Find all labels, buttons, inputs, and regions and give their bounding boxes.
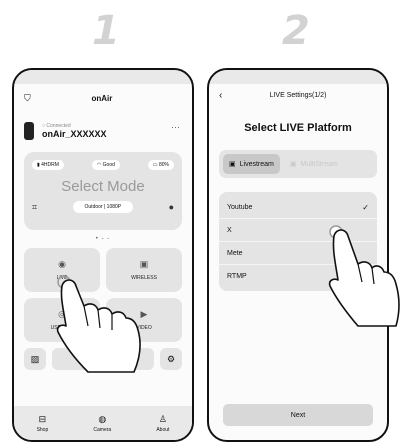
tab-livestream[interactable]: ▣ Livestream [223,154,280,174]
step-number-2: 2 [282,8,310,54]
gallery-icon: ▨ [30,353,40,364]
settings-header: ‹ LIVE Settings(1/2) [209,84,387,106]
video-icon: ▶ [140,309,148,319]
usb-camera-icon: ◎ [58,309,66,319]
checkmark-icon: ✓ [362,202,369,212]
tile-video[interactable]: ▶ VIDEO [106,298,182,342]
next-button[interactable]: Next [223,404,373,426]
tile-wireless[interactable]: ▣ WIRELESS [106,248,182,292]
tab-label: About [156,426,170,433]
about-icon: ♙ [158,413,167,424]
feature-grid: ◉ LIVE ▣ WIRELESS ◎ USB CAM ▶ VIDEO [24,248,182,342]
tab-multistream[interactable]: ▣ MultiStream [284,154,344,174]
tile-label: LIVE [56,275,68,281]
device-card[interactable]: ○ Connected onAir_XXXXXX ··· [24,116,182,146]
mode-card[interactable]: ▮ 4HDRM ◠ Good ▭ 80% Select Mode ⌗ Outdo… [24,152,182,230]
platform-label: RTMP [227,272,247,280]
tile-label: USB CAM [50,325,74,331]
utility-row: ▨ P ⚙ [24,348,182,370]
device-name: onAir_XXXXXX [42,129,107,139]
page-indicator: • - - [95,236,111,242]
platform-label: Mete [227,249,243,257]
tab-label: Shop [36,426,49,433]
app-title: onAir [91,93,113,103]
multistream-icon: ▣ [289,161,297,168]
tile-label: VIDEO [136,325,152,331]
status-bar [14,70,192,84]
platform-list: Youtube ✓ X Mete RTMP [219,192,377,291]
tab-about[interactable]: ♙ About [156,414,169,433]
platform-option-mete[interactable]: Mete [219,242,377,265]
scan-icon[interactable]: ⌗ [32,202,37,213]
tile-label: WIRELESS [131,275,157,281]
tab-label: MultiStream [300,160,338,168]
center-pill-label: P [100,356,105,362]
profile-icon[interactable]: ⛉ [24,93,31,104]
bottom-tab-bar: ⊟ Shop ◍ Camera ♙ About [14,406,192,440]
camera-icon: ◍ [98,413,107,424]
device-thumbnail [24,122,34,140]
app-header: ⛉ onAir [14,84,192,112]
center-pill-button[interactable]: P [52,348,154,370]
livestream-icon: ▣ [229,161,236,168]
microphone-icon[interactable]: ● [169,202,174,212]
tab-label: Livestream [239,160,274,168]
platform-type-tabs: ▣ Livestream ▣ MultiStream [219,150,377,178]
gear-icon: ⚙ [166,353,176,364]
phone-onair-home: ⛉ onAir ○ Connected onAir_XXXXXX ··· ▮ 4… [12,68,194,442]
signal-badge: ◠ Good [91,160,120,170]
shop-icon: ⊟ [38,413,47,424]
wireless-icon: ▣ [139,259,149,269]
settings-button[interactable]: ⚙ [160,348,182,370]
page-heading: Select LIVE Platform [244,122,352,134]
storage-badge: ▮ 4HDRM [32,160,64,170]
phone-live-settings: ‹ LIVE Settings(1/2) Select LIVE Platfor… [207,68,389,442]
live-icon: ◉ [58,259,66,269]
mode-setting-pill[interactable]: Outdoor | 1080P [72,201,134,213]
battery-badge: ▭ 80% [147,160,174,170]
settings-title: LIVE Settings(1/2) [269,91,327,99]
tile-live[interactable]: ◉ LIVE [24,248,100,292]
platform-option-rtmp[interactable]: RTMP [219,265,377,287]
platform-label: Youtube [227,203,253,211]
platform-label: X [227,226,232,234]
tile-usb-camera[interactable]: ◎ USB CAM [24,298,100,342]
platform-option-youtube[interactable]: Youtube ✓ [219,196,377,219]
status-bar [209,70,387,84]
platform-option-x[interactable]: X [219,219,377,242]
next-label: Next [290,411,306,419]
tab-shop[interactable]: ⊟ Shop [37,414,49,433]
step-number-1: 1 [92,8,120,54]
select-mode-label: Select Mode [61,178,145,195]
tab-label: Camera [93,426,112,433]
tab-camera[interactable]: ◍ Camera [93,414,111,433]
more-options-icon[interactable]: ··· [171,122,180,132]
gallery-button[interactable]: ▨ [24,348,46,370]
